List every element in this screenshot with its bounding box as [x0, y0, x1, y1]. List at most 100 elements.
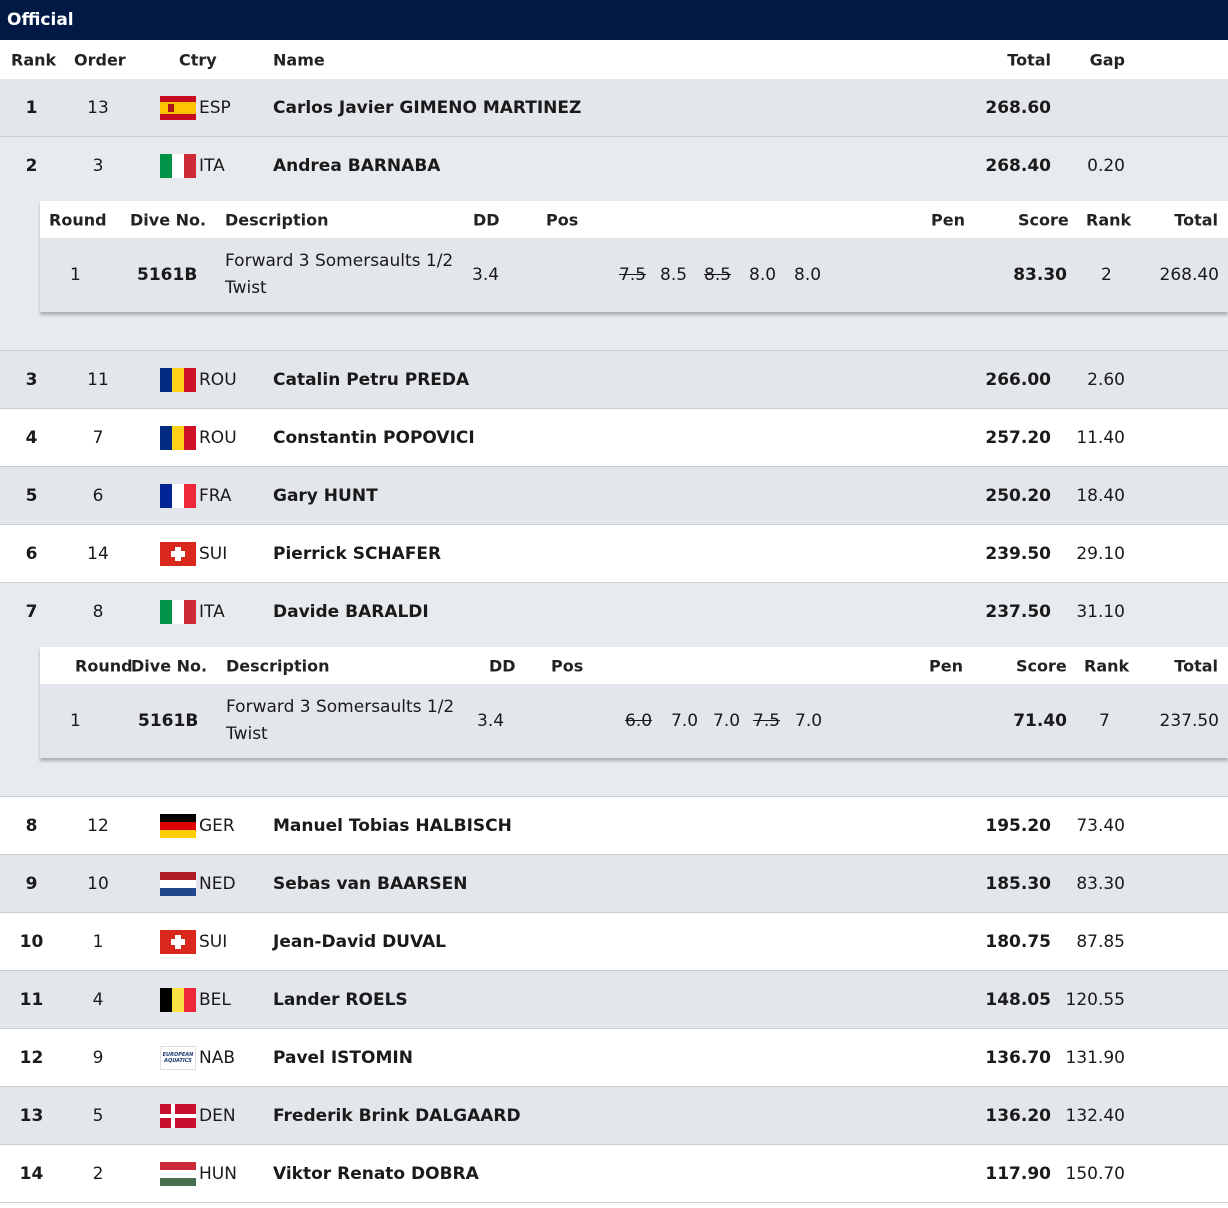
athlete-name[interactable]: Jean-David DUVAL: [273, 932, 446, 952]
athlete-name[interactable]: Manuel Tobias HALBISCH: [273, 816, 512, 836]
country-code: NAB: [199, 1047, 236, 1068]
row-country: BEL: [160, 987, 231, 1012]
flag-icon: [160, 813, 196, 838]
row-gap: 0.20: [1087, 156, 1125, 176]
row-total: 268.60: [985, 97, 1051, 118]
row-order: 4: [92, 989, 104, 1010]
row-total: 237.50: [985, 602, 1051, 622]
table-row[interactable]: 5 6 FRA Gary HUNT 250.20 18.40: [0, 467, 1228, 525]
row-total: 136.20: [985, 1105, 1051, 1126]
row-order: 9: [92, 1047, 104, 1068]
judge-score-4: 8.0: [749, 265, 777, 285]
table-row[interactable]: 3 11 ROU Catalin Petru PREDA 266.00 2.60: [0, 351, 1228, 409]
row-gap: 132.40: [1065, 1105, 1125, 1126]
row-gap: 31.10: [1076, 602, 1125, 622]
dcol-pos: Pos: [546, 210, 579, 229]
dcol-rank: Rank: [1084, 656, 1130, 675]
dive-total: 237.50: [1159, 711, 1219, 731]
athlete-name[interactable]: Pierrick SCHAFER: [273, 544, 441, 564]
dcol-dive: Dive No.: [131, 656, 208, 675]
country-code: DEN: [199, 1105, 236, 1126]
row-total: 239.50: [985, 543, 1051, 564]
dcol-dd: DD: [489, 656, 516, 675]
judge-score-4: 7.5: [753, 711, 781, 731]
row-country: HUN: [160, 1161, 237, 1186]
judge-score-1: 7.5: [619, 265, 647, 285]
dive-rank: 2: [1101, 265, 1112, 285]
table-row[interactable]: 12 9 EUROPEAN AQUATICS NAB Pavel ISTOMIN…: [0, 1029, 1228, 1087]
dive-total: 268.40: [1159, 265, 1219, 285]
dive-row: 1 5161B Forward 3 Somersaults 1/2 Twist …: [40, 684, 1228, 758]
judge-score-5: 7.0: [795, 711, 823, 731]
row-order: 8: [92, 602, 104, 622]
dcol-dive: Dive No.: [130, 210, 207, 229]
row-gap: 73.40: [1076, 815, 1125, 836]
table-row[interactable]: 10 1 SUI Jean-David DUVAL 180.75 87.85: [0, 913, 1228, 971]
row-country: FRA: [160, 483, 232, 508]
athlete-name[interactable]: Gary HUNT: [273, 486, 378, 506]
athlete-name[interactable]: Catalin Petru PREDA: [273, 370, 469, 390]
row-gap: 83.30: [1076, 873, 1125, 894]
dive-dd: 3.4: [472, 265, 500, 285]
col-ctry: Ctry: [179, 50, 217, 69]
row-country: EUROPEAN AQUATICS NAB: [160, 1045, 236, 1070]
row-gap: 120.55: [1065, 989, 1125, 1010]
country-code: GER: [199, 815, 235, 836]
flag-icon: [160, 1103, 196, 1128]
row-total: 195.20: [985, 815, 1051, 836]
row-gap: 2.60: [1087, 369, 1125, 390]
athlete-name[interactable]: Frederik Brink DALGAARD: [273, 1106, 521, 1126]
athlete-name[interactable]: Pavel ISTOMIN: [273, 1048, 413, 1068]
dive-description: Forward 3 Somersaults 1/2 Twist: [225, 251, 454, 298]
athlete-name[interactable]: Viktor Renato DOBRA: [273, 1164, 479, 1184]
judge-score-2: 8.5: [660, 265, 688, 285]
athlete-name[interactable]: Carlos Javier GIMENO MARTINEZ: [273, 98, 581, 118]
athlete-name[interactable]: Davide BARALDI: [273, 602, 429, 622]
row-gap: 87.85: [1076, 931, 1125, 952]
dive-row: 1 5161B Forward 3 Somersaults 1/2 Twist …: [40, 238, 1228, 312]
row-gap: 11.40: [1076, 427, 1125, 448]
row-rank: 14: [19, 1163, 44, 1184]
row-gap: 18.40: [1076, 485, 1125, 506]
country-code: ROU: [199, 369, 237, 390]
country-code: ESP: [199, 97, 231, 118]
table-row[interactable]: 13 5 DEN Frederik Brink DALGAARD 136.20 …: [0, 1087, 1228, 1145]
dive-detail-header: Round Dive No. Description DD Pos Pen Sc…: [40, 201, 1228, 238]
table-row[interactable]: 6 14 SUI Pierrick SCHAFER 239.50 29.10: [0, 525, 1228, 583]
dcol-pos: Pos: [551, 656, 584, 675]
row-country: ITA: [160, 154, 225, 178]
row-order: 6: [92, 485, 104, 506]
judge-score-5: 8.0: [794, 265, 822, 285]
dcol-total: Total: [1174, 210, 1218, 229]
athlete-name[interactable]: Andrea BARNABA: [273, 156, 440, 176]
row-order: 2: [92, 1163, 104, 1184]
flag-icon: [160, 1161, 196, 1186]
table-row[interactable]: 1 13 ESP Carlos Javier GIMENO MARTINEZ 2…: [0, 79, 1228, 137]
table-row[interactable]: 8 12 GER Manuel Tobias HALBISCH 195.20 7…: [0, 797, 1228, 855]
dive-detail-card: Round Dive No. Description DD Pos Pen Sc…: [40, 647, 1228, 758]
col-total: Total: [1007, 50, 1051, 69]
row-total: 268.40: [985, 156, 1051, 176]
table-row[interactable]: 11 4 BEL Lander ROELS 148.05 120.55: [0, 971, 1228, 1029]
athlete-name[interactable]: Constantin POPOVICI: [273, 428, 475, 448]
table-row[interactable]: 7 8 ITA Davide BARALDI 237.50 31.10: [0, 583, 1228, 641]
athlete-name[interactable]: Sebas van BAARSEN: [273, 874, 467, 894]
row-order: 14: [87, 543, 109, 564]
flag-icon: [160, 600, 196, 624]
athlete-name[interactable]: Lander ROELS: [273, 990, 408, 1010]
table-row[interactable]: 9 10 NED Sebas van BAARSEN 185.30 83.30: [0, 855, 1228, 913]
table-row[interactable]: 4 7 ROU Constantin POPOVICI 257.20 11.40: [0, 409, 1228, 467]
dcol-rank: Rank: [1086, 210, 1132, 229]
dive-description: Forward 3 Somersaults 1/2 Twist: [226, 697, 455, 744]
dive-detail-panel: Round Dive No. Description DD Pos Pen Sc…: [0, 195, 1228, 351]
row-order: 1: [92, 931, 104, 952]
dive-detail-header: Round Dive No. Description DD Pos Pen Sc…: [40, 647, 1228, 684]
dcol-round: Round: [49, 210, 107, 229]
flag-icon: [160, 987, 196, 1012]
row-rank: 5: [25, 485, 38, 506]
table-row[interactable]: 14 2 HUN Viktor Renato DOBRA 117.90 150.…: [0, 1145, 1228, 1203]
country-code: ITA: [199, 602, 225, 622]
results-header: Rank Order Ctry Name Total Gap: [0, 40, 1228, 79]
row-order: 12: [87, 815, 109, 836]
table-row[interactable]: 2 3 ITA Andrea BARNABA 268.40 0.20: [0, 137, 1228, 195]
